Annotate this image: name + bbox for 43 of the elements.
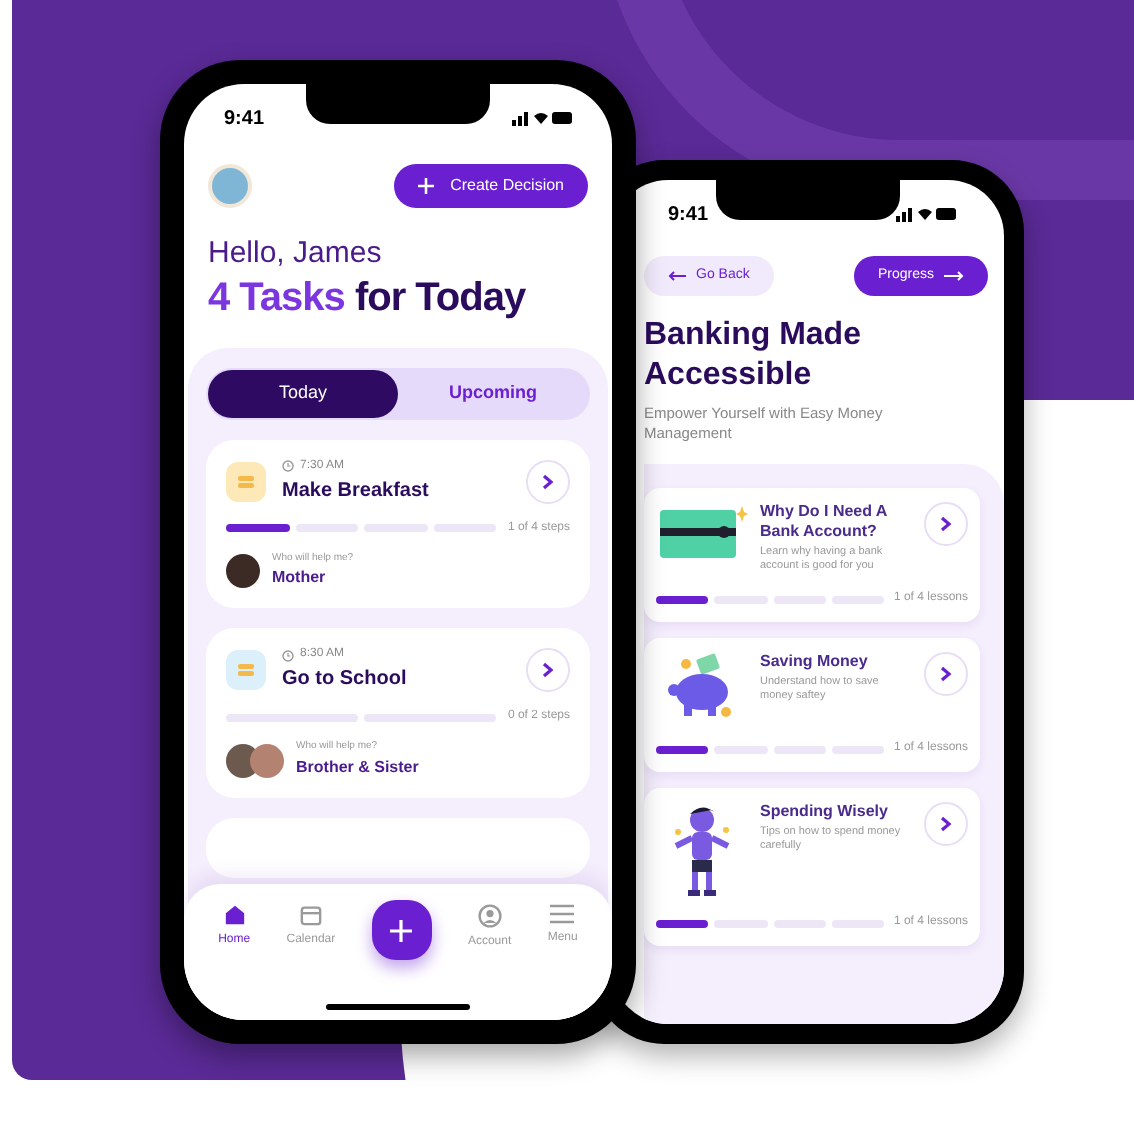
status-time: 9:41 bbox=[668, 201, 709, 229]
status-time: 9:41 bbox=[224, 105, 265, 133]
task-icon bbox=[238, 473, 254, 490]
greeting: Hello, James bbox=[208, 236, 384, 274]
helper-name: Mother bbox=[272, 566, 328, 591]
clock-icon bbox=[282, 460, 294, 473]
headline: 4 Tasks for Today bbox=[208, 273, 528, 324]
clock-icon bbox=[282, 649, 294, 662]
arrow-left-icon bbox=[668, 270, 686, 282]
chevron-button[interactable] bbox=[526, 459, 570, 504]
chevron-button[interactable] bbox=[924, 502, 968, 547]
tab[interactable]: Today bbox=[208, 369, 398, 418]
page-title: Banking Made Accessible bbox=[644, 316, 863, 396]
plus-icon bbox=[418, 178, 435, 194]
menu-icon bbox=[550, 904, 575, 924]
chevron-right-icon bbox=[940, 666, 952, 683]
lesson-title: Spending Wisely bbox=[760, 802, 890, 823]
helper-name: Brother & Sister bbox=[296, 755, 419, 780]
calendar-icon bbox=[299, 904, 322, 926]
lesson-title: Saving Money bbox=[760, 652, 870, 673]
signal-wifi-battery-icon bbox=[896, 206, 956, 222]
home-indicator bbox=[326, 1004, 470, 1010]
task-icon bbox=[238, 662, 254, 679]
add-button[interactable] bbox=[371, 900, 432, 960]
arrow-right-icon bbox=[944, 270, 964, 282]
chevron-right-icon bbox=[542, 662, 554, 679]
tab[interactable]: Upcoming bbox=[398, 369, 588, 418]
chevron-button[interactable] bbox=[526, 648, 570, 693]
home-icon bbox=[223, 904, 246, 926]
bank-card-drawing bbox=[656, 502, 748, 563]
account-icon bbox=[477, 904, 502, 928]
plus-icon bbox=[390, 919, 413, 941]
chevron-button[interactable] bbox=[924, 802, 968, 847]
avatar bbox=[208, 164, 252, 208]
chevron-right-icon bbox=[940, 516, 952, 533]
task-title: Make Breakfast bbox=[282, 477, 431, 506]
task-title: Go to School bbox=[282, 666, 409, 695]
chevron-right-icon bbox=[542, 473, 554, 490]
chevron-right-icon bbox=[940, 816, 952, 833]
lesson-title: Why Do I Need A Bank Account? bbox=[760, 502, 889, 543]
create-decision-button[interactable]: Create Decision bbox=[394, 164, 588, 208]
signal-wifi-battery-icon bbox=[512, 110, 572, 126]
chevron-button[interactable] bbox=[924, 652, 968, 697]
